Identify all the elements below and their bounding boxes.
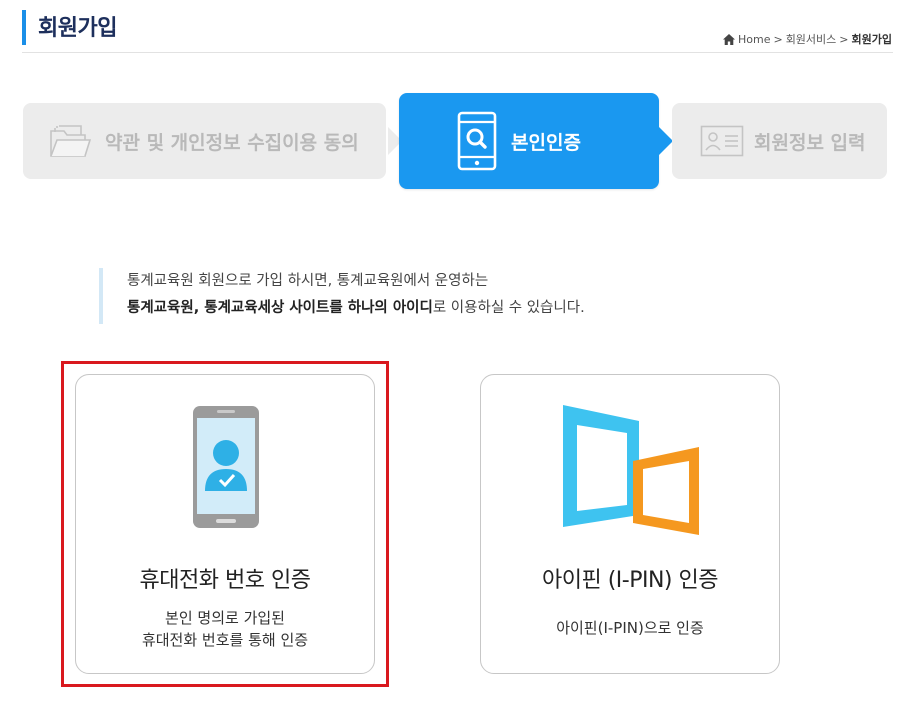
home-icon	[722, 33, 735, 45]
step-identity-verification: 본인인증	[399, 93, 659, 189]
header-divider	[22, 52, 893, 53]
folder-icon	[50, 125, 91, 157]
ipin-verification-card[interactable]: 아이핀 (I-PIN) 인증 아이핀(I-PIN)으로 인증	[480, 374, 780, 674]
ipin-logo-icon	[563, 405, 699, 535]
card-desc-line: 본인 명의로 가입된	[165, 609, 285, 627]
card-description: 아이핀(I-PIN)으로 인증	[481, 617, 779, 639]
breadcrumb-current: 회원가입	[851, 33, 892, 46]
intro-emphasis: 통계교육원, 통계교육세상 사이트를 하나의 아이디	[127, 300, 433, 316]
step-label: 약관 및 개인정보 수집이용 동의	[105, 131, 359, 154]
page-title: 회원가입	[38, 16, 117, 41]
breadcrumb-section[interactable]: 회원서비스	[786, 31, 837, 47]
card-title: 휴대전화 번호 인증	[139, 568, 311, 593]
intro-line-rest: 로 이용하실 수 있습니다.	[432, 300, 585, 316]
mobile-user-icon	[193, 406, 259, 528]
breadcrumb-home[interactable]: Home	[738, 33, 770, 46]
id-card-icon	[700, 125, 744, 157]
title-accent-bar	[22, 10, 26, 45]
intro-text: 통계교육원 회원으로 가입 하시면, 통계교육원에서 운영하는 통계교육원, 통…	[99, 268, 585, 324]
step-member-info: 회원정보 입력	[672, 103, 887, 179]
card-desc-line: 휴대전화 번호를 통해 인증	[141, 631, 309, 649]
intro-line: 통계교육원 회원으로 가입 하시면, 통계교육원에서 운영하는	[127, 273, 489, 289]
step-arrow-icon	[659, 127, 673, 155]
step-terms: 약관 및 개인정보 수집이용 동의	[23, 103, 386, 179]
breadcrumb-separator: >	[773, 32, 783, 46]
card-title: 아이핀 (I-PIN) 인증	[542, 568, 719, 593]
signup-page: 회원가입 Home > 회원서비스 > 회원가입 약관 및 개인정보 수집이용 …	[0, 0, 910, 707]
step-label: 회원정보 입력	[754, 131, 866, 154]
card-desc-line: 아이핀(I-PIN)으로 인증	[556, 619, 704, 637]
card-description: 본인 명의로 가입된 휴대전화 번호를 통해 인증	[76, 607, 374, 651]
breadcrumb: Home > 회원서비스 > 회원가입	[722, 31, 892, 47]
phone-verification-card[interactable]: 휴대전화 번호 인증 본인 명의로 가입된 휴대전화 번호를 통해 인증	[75, 374, 375, 674]
intro-line: 통계교육원, 통계교육세상 사이트를 하나의 아이디로 이용하실 수 있습니다.	[127, 295, 585, 322]
phone-search-icon	[457, 111, 497, 171]
breadcrumb-separator: >	[839, 32, 849, 46]
step-label: 본인인증	[511, 131, 581, 154]
